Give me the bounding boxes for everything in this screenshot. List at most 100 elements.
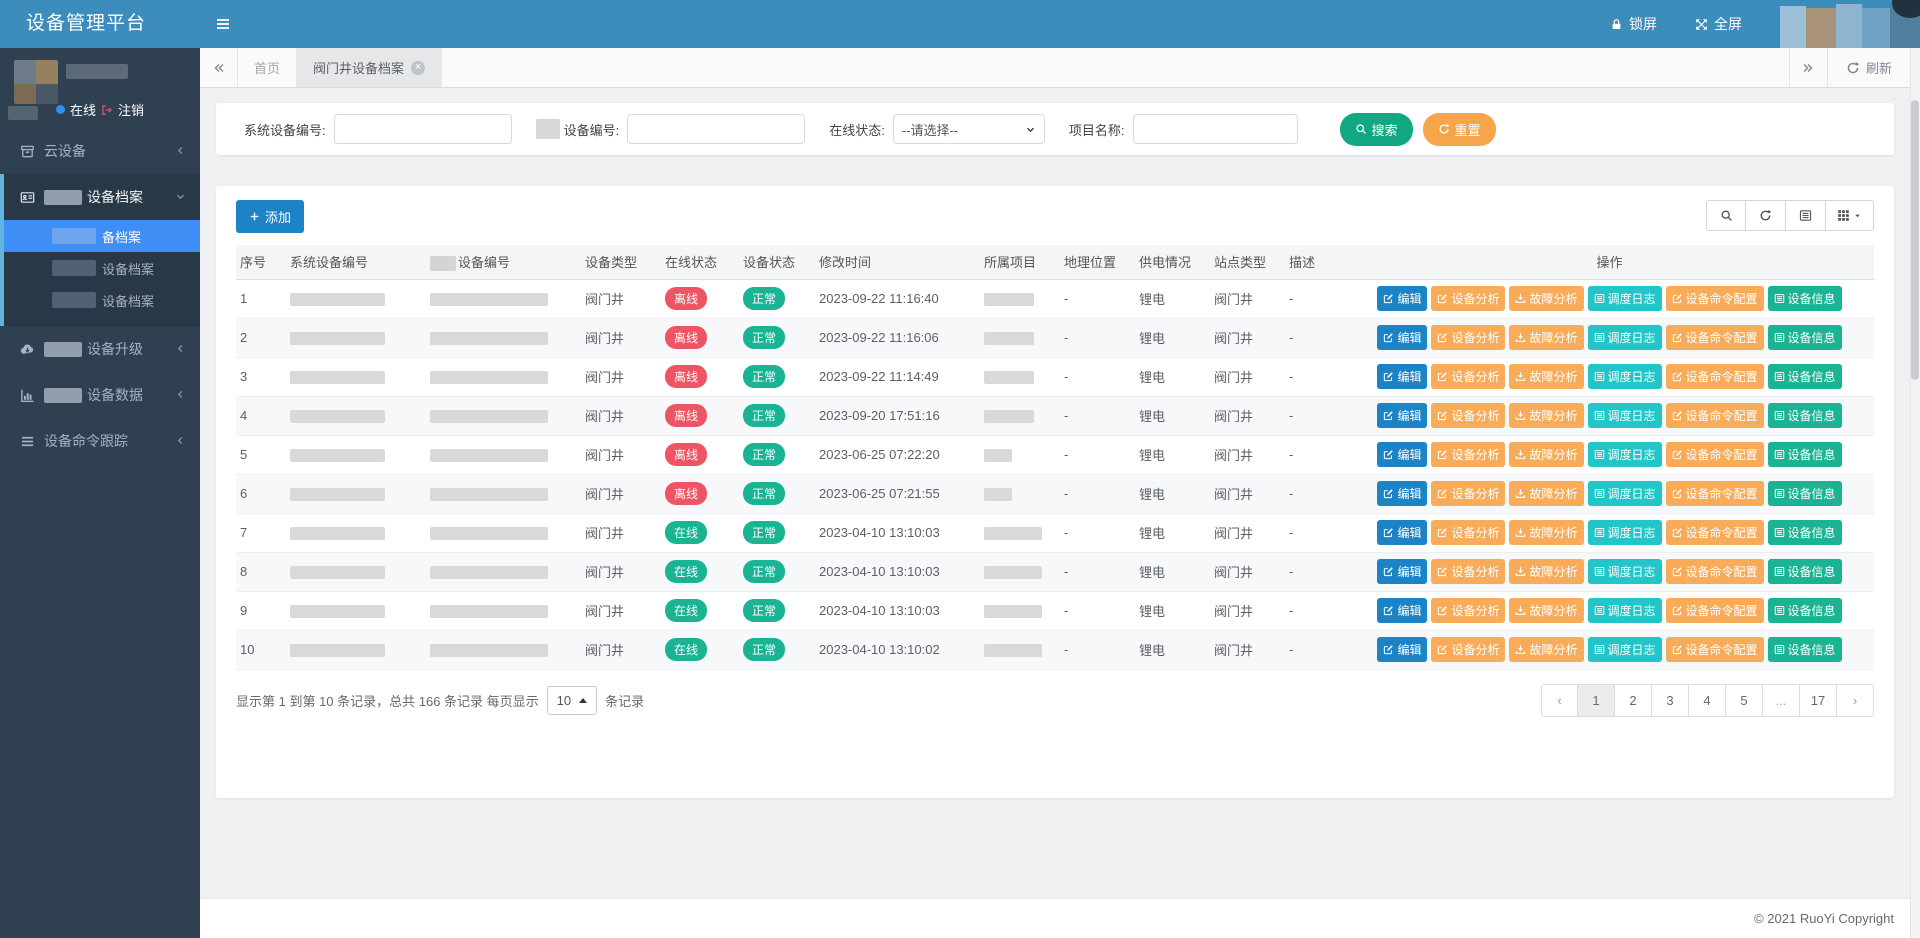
device-no-input[interactable] — [627, 114, 805, 144]
sidebar-item-device-upgrade[interactable]: 设备升级 — [0, 326, 200, 372]
action-dispatch-log-button[interactable]: 调度日志 — [1588, 286, 1662, 311]
action-device-command-config-button[interactable]: 设备命令配置 — [1666, 364, 1764, 389]
action-device-info-button[interactable]: 设备信息 — [1768, 520, 1842, 545]
sidebar-subitem-device-archive-1[interactable]: 备档案 — [4, 220, 200, 252]
action-fault-analysis-button[interactable]: 故障分析 — [1509, 637, 1583, 662]
action-device-analysis-button[interactable]: 设备分析 — [1431, 598, 1505, 623]
action-device-analysis-button[interactable]: 设备分析 — [1431, 481, 1505, 506]
action-edit-button[interactable]: 编辑 — [1377, 598, 1427, 623]
page-button-...[interactable]: ... — [1763, 684, 1800, 717]
scrollbar-thumb[interactable] — [1911, 100, 1919, 380]
action-device-analysis-button[interactable]: 设备分析 — [1431, 442, 1505, 467]
action-fault-analysis-button[interactable]: 故障分析 — [1509, 559, 1583, 584]
reset-button[interactable]: 重置 — [1423, 113, 1496, 146]
page-button-5[interactable]: 5 — [1726, 684, 1763, 717]
tab-valve-well-archive[interactable]: 阀门井设备档案 × — [297, 48, 442, 87]
action-device-info-button[interactable]: 设备信息 — [1768, 364, 1842, 389]
action-edit-button[interactable]: 编辑 — [1377, 325, 1427, 350]
action-device-command-config-button[interactable]: 设备命令配置 — [1666, 598, 1764, 623]
scroll-tabs-left-button[interactable] — [200, 48, 238, 87]
action-device-analysis-button[interactable]: 设备分析 — [1431, 403, 1505, 428]
action-device-info-button[interactable]: 设备信息 — [1768, 325, 1842, 350]
page-button-2[interactable]: 2 — [1615, 684, 1652, 717]
toolbar-columns-button[interactable] — [1826, 200, 1874, 231]
scroll-tabs-right-button[interactable] — [1789, 48, 1827, 87]
action-edit-button[interactable]: 编辑 — [1377, 364, 1427, 389]
page-button-1[interactable]: 1 — [1578, 684, 1615, 717]
lock-screen-button[interactable]: 锁屏 — [1610, 14, 1657, 34]
sidebar-subitem-device-archive-3[interactable]: 设备档案 — [4, 284, 200, 316]
refresh-tab-button[interactable]: 刷新 — [1827, 48, 1910, 87]
avatar[interactable] — [14, 60, 58, 104]
action-dispatch-log-button[interactable]: 调度日志 — [1588, 520, 1662, 545]
add-button[interactable]: 添加 — [236, 200, 304, 233]
action-device-command-config-button[interactable]: 设备命令配置 — [1666, 286, 1764, 311]
sidebar-subitem-device-archive-2[interactable]: 设备档案 — [4, 252, 200, 284]
action-fault-analysis-button[interactable]: 故障分析 — [1509, 442, 1583, 467]
action-fault-analysis-button[interactable]: 故障分析 — [1509, 481, 1583, 506]
action-fault-analysis-button[interactable]: 故障分析 — [1509, 364, 1583, 389]
action-device-analysis-button[interactable]: 设备分析 — [1431, 286, 1505, 311]
action-device-command-config-button[interactable]: 设备命令配置 — [1666, 559, 1764, 584]
action-device-info-button[interactable]: 设备信息 — [1768, 286, 1842, 311]
action-device-info-button[interactable]: 设备信息 — [1768, 442, 1842, 467]
project-name-input[interactable] — [1133, 114, 1298, 144]
action-device-analysis-button[interactable]: 设备分析 — [1431, 364, 1505, 389]
action-dispatch-log-button[interactable]: 调度日志 — [1588, 637, 1662, 662]
action-dispatch-log-button[interactable]: 调度日志 — [1588, 598, 1662, 623]
action-device-command-config-button[interactable]: 设备命令配置 — [1666, 442, 1764, 467]
close-tab-icon[interactable]: × — [411, 61, 425, 75]
action-device-info-button[interactable]: 设备信息 — [1768, 559, 1842, 584]
action-device-command-config-button[interactable]: 设备命令配置 — [1666, 481, 1764, 506]
action-dispatch-log-button[interactable]: 调度日志 — [1588, 325, 1662, 350]
action-fault-analysis-button[interactable]: 故障分析 — [1509, 286, 1583, 311]
prev-page-button[interactable]: ‹ — [1541, 684, 1578, 717]
next-page-button[interactable]: › — [1837, 684, 1874, 717]
action-fault-analysis-button[interactable]: 故障分析 — [1509, 598, 1583, 623]
sidebar-item-device-archive[interactable]: 设备档案 — [4, 174, 200, 220]
sidebar-toggle-button[interactable] — [200, 0, 246, 48]
toolbar-search-button[interactable] — [1706, 200, 1746, 231]
action-device-analysis-button[interactable]: 设备分析 — [1431, 325, 1505, 350]
action-edit-button[interactable]: 编辑 — [1377, 481, 1427, 506]
action-device-command-config-button[interactable]: 设备命令配置 — [1666, 325, 1764, 350]
page-button-17[interactable]: 17 — [1800, 684, 1837, 717]
sidebar-item-device-data[interactable]: 设备数据 — [0, 372, 200, 418]
fullscreen-button[interactable]: 全屏 — [1695, 14, 1742, 34]
action-dispatch-log-button[interactable]: 调度日志 — [1588, 481, 1662, 506]
action-edit-button[interactable]: 编辑 — [1377, 286, 1427, 311]
sidebar-item-device-command-trace[interactable]: 设备命令跟踪 — [0, 418, 200, 464]
action-dispatch-log-button[interactable]: 调度日志 — [1588, 559, 1662, 584]
action-device-info-button[interactable]: 设备信息 — [1768, 598, 1842, 623]
page-button-3[interactable]: 3 — [1652, 684, 1689, 717]
action-device-analysis-button[interactable]: 设备分析 — [1431, 637, 1505, 662]
action-dispatch-log-button[interactable]: 调度日志 — [1588, 403, 1662, 428]
online-status-select[interactable]: --请选择-- — [893, 114, 1045, 144]
action-fault-analysis-button[interactable]: 故障分析 — [1509, 325, 1583, 350]
sidebar-item-cloud-device[interactable]: 云设备 — [0, 128, 200, 174]
action-fault-analysis-button[interactable]: 故障分析 — [1509, 403, 1583, 428]
toolbar-refresh-button[interactable] — [1746, 200, 1786, 231]
page-button-4[interactable]: 4 — [1689, 684, 1726, 717]
page-size-dropdown[interactable]: 10 — [547, 686, 597, 715]
action-edit-button[interactable]: 编辑 — [1377, 637, 1427, 662]
search-button[interactable]: 搜索 — [1340, 113, 1413, 146]
action-device-analysis-button[interactable]: 设备分析 — [1431, 559, 1505, 584]
action-device-info-button[interactable]: 设备信息 — [1768, 403, 1842, 428]
system-device-no-input[interactable] — [334, 114, 512, 144]
action-edit-button[interactable]: 编辑 — [1377, 403, 1427, 428]
action-dispatch-log-button[interactable]: 调度日志 — [1588, 364, 1662, 389]
action-device-info-button[interactable]: 设备信息 — [1768, 481, 1842, 506]
action-edit-button[interactable]: 编辑 — [1377, 559, 1427, 584]
vertical-scrollbar[interactable] — [1910, 48, 1920, 938]
logout-link[interactable]: 注销 — [118, 100, 144, 119]
action-device-command-config-button[interactable]: 设备命令配置 — [1666, 520, 1764, 545]
action-device-info-button[interactable]: 设备信息 — [1768, 637, 1842, 662]
action-fault-analysis-button[interactable]: 故障分析 — [1509, 520, 1583, 545]
action-device-command-config-button[interactable]: 设备命令配置 — [1666, 637, 1764, 662]
toolbar-detail-view-button[interactable] — [1786, 200, 1826, 231]
tab-home[interactable]: 首页 — [238, 48, 297, 87]
action-edit-button[interactable]: 编辑 — [1377, 442, 1427, 467]
user-account-redacted[interactable] — [1780, 0, 1920, 48]
action-edit-button[interactable]: 编辑 — [1377, 520, 1427, 545]
